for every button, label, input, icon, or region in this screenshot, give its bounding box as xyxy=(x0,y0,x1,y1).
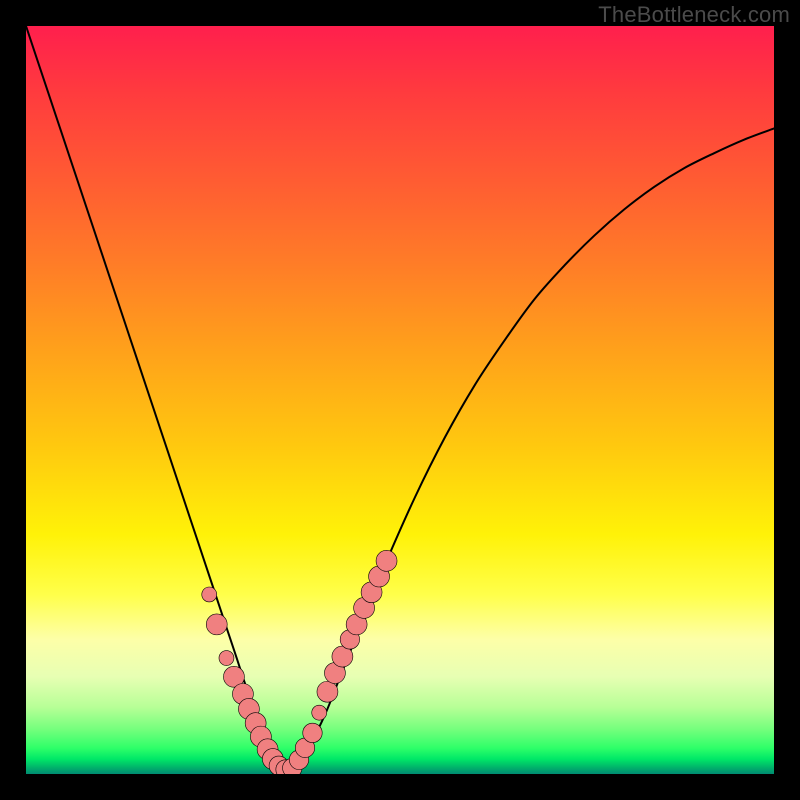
watermark-label: TheBottleneck.com xyxy=(598,2,790,28)
curve-marker xyxy=(219,651,234,666)
curve-marker xyxy=(232,683,253,704)
curve-marker xyxy=(312,705,327,720)
curve-marker xyxy=(238,698,259,719)
curve-marker xyxy=(269,756,288,774)
curve-marker xyxy=(257,739,278,760)
curve-marker xyxy=(376,550,397,571)
curve-marker xyxy=(354,597,375,618)
curve-marker xyxy=(317,681,338,702)
curve-marker xyxy=(245,713,266,734)
curve-marker xyxy=(276,760,295,774)
chart-frame: TheBottleneck.com xyxy=(0,0,800,800)
curve-marker xyxy=(202,587,217,602)
curve-marker xyxy=(289,750,308,769)
curve-markers xyxy=(202,550,397,774)
curve-marker xyxy=(295,738,314,757)
curve-marker xyxy=(332,646,353,667)
curve-marker xyxy=(324,663,345,684)
curve-marker xyxy=(283,758,302,774)
curve-marker xyxy=(340,630,359,649)
bottleneck-curve xyxy=(26,26,774,770)
curve-marker xyxy=(303,723,322,742)
curve-layer xyxy=(26,26,774,774)
curve-marker xyxy=(361,582,382,603)
curve-marker xyxy=(250,726,271,747)
curve-marker xyxy=(262,749,283,770)
curve-marker xyxy=(369,566,390,587)
plot-area xyxy=(26,26,774,774)
curve-marker xyxy=(206,614,227,635)
curve-marker xyxy=(346,614,367,635)
curve-marker xyxy=(223,666,244,687)
